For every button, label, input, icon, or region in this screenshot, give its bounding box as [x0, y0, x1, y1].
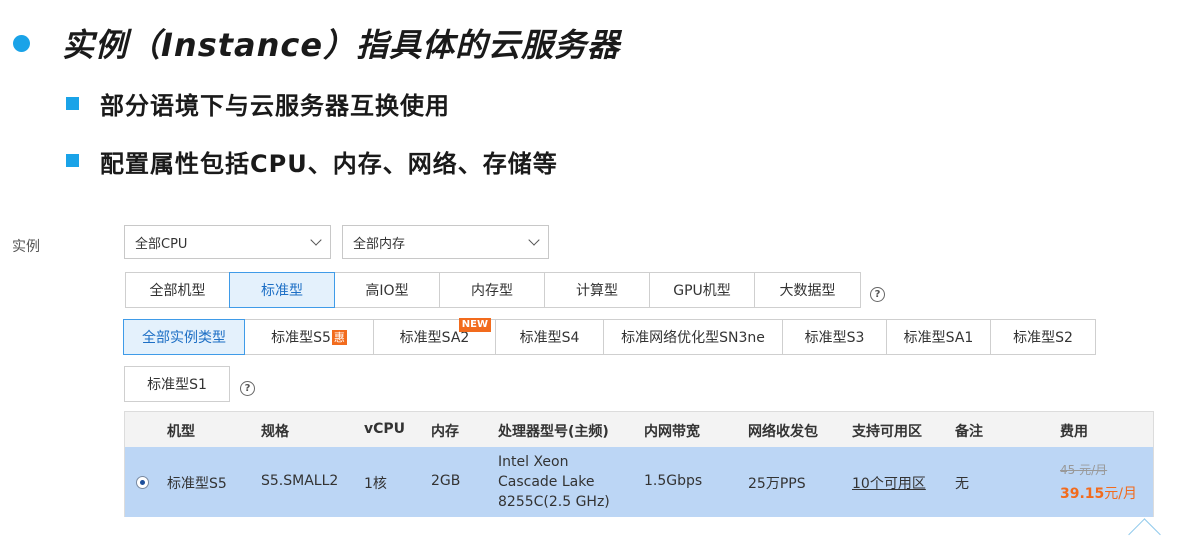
type-tabs: 全部实例类型 标准型S5 惠 标准型SA2 NEW 标准型S4 标准网络优化型SN… — [123, 318, 1096, 355]
original-price: 45 元/月 — [1060, 463, 1108, 477]
family-tab-gpu[interactable]: GPU机型 — [649, 272, 755, 308]
new-badge: NEW — [458, 318, 491, 332]
chevron-down-icon — [528, 234, 540, 246]
slide-title: 实例（Instance）指具体的云服务器 — [62, 26, 621, 64]
col-vcpu: vCPU — [364, 421, 406, 437]
type-tabs-row-2: 标准型S1 — [124, 366, 230, 402]
family-tab-standard[interactable]: 标准型 — [229, 272, 335, 308]
col-cpu-model: 处理器型号(主频) — [498, 424, 609, 440]
cell-spec: S5.SMALL2 — [261, 473, 339, 489]
col-bandwidth: 内网带宽 — [644, 424, 700, 440]
cell-price: 39.15元/月 — [1060, 483, 1137, 503]
price-value: 39.15 — [1060, 486, 1105, 502]
cell-cpu-model: Intel Xeon Cascade Lake 8255C(2.5 GHz) — [498, 452, 610, 512]
memory-select[interactable]: 全部内存 — [342, 225, 549, 259]
col-pps: 网络收发包 — [748, 424, 818, 440]
bullet-square-icon — [66, 97, 79, 110]
cpu-line-2: Cascade Lake — [498, 474, 595, 490]
col-price: 费用 — [1060, 424, 1088, 440]
up-arrow-icon — [1128, 518, 1161, 551]
family-tab-all[interactable]: 全部机型 — [125, 272, 230, 308]
type-tab-s3[interactable]: 标准型S3 — [782, 319, 887, 355]
cell-note: 无 — [955, 476, 969, 492]
table-header: 机型 规格 vCPU 内存 处理器型号(主频) 内网带宽 网络收发包 支持可用区… — [125, 412, 1153, 447]
cell-bandwidth: 1.5Gbps — [644, 473, 703, 489]
type-tab-s4[interactable]: 标准型S4 — [495, 319, 604, 355]
discount-badge: 惠 — [331, 329, 347, 345]
instance-label: 实例 — [12, 239, 40, 255]
type-tab-sa2[interactable]: 标准型SA2 NEW — [373, 318, 496, 355]
title-bullet-icon — [13, 35, 30, 52]
row-radio[interactable] — [136, 476, 149, 489]
col-spec: 规格 — [261, 424, 289, 440]
family-tabs: 全部机型 标准型 高IO型 内存型 计算型 GPU机型 大数据型 — [125, 272, 861, 308]
memory-select-value: 全部内存 — [353, 236, 406, 252]
type-tab-s1[interactable]: 标准型S1 — [124, 366, 230, 402]
col-model: 机型 — [167, 424, 195, 440]
cell-pps: 25万PPS — [748, 476, 806, 492]
family-tab-memory[interactable]: 内存型 — [439, 272, 545, 308]
slide-point-2: 配置属性包括CPU、内存、网络、存储等 — [100, 150, 558, 178]
type-tab-sa1[interactable]: 标准型SA1 — [886, 319, 991, 355]
type-tab-s5-label: 标准型S5 — [271, 330, 331, 346]
cell-model: 标准型S5 — [167, 476, 227, 492]
col-zones: 支持可用区 — [852, 424, 922, 440]
col-note: 备注 — [955, 424, 983, 440]
price-unit: 元/月 — [1104, 486, 1138, 502]
chevron-down-icon — [310, 234, 322, 246]
cpu-select-value: 全部CPU — [135, 236, 188, 252]
type-tab-all[interactable]: 全部实例类型 — [123, 319, 245, 355]
cell-price-original: 45 元/月 — [1060, 461, 1107, 478]
help-icon[interactable]: ? — [240, 381, 255, 396]
type-tab-sn3ne[interactable]: 标准网络优化型SN3ne — [603, 319, 783, 355]
cpu-line-3: 8255C(2.5 GHz) — [498, 494, 610, 510]
cell-memory: 2GB — [431, 473, 461, 489]
family-tab-compute[interactable]: 计算型 — [544, 272, 650, 308]
cpu-select[interactable]: 全部CPU — [124, 225, 331, 259]
bullet-square-icon — [66, 154, 79, 167]
type-tab-s2[interactable]: 标准型S2 — [990, 319, 1096, 355]
cell-vcpu: 1核 — [364, 476, 387, 492]
type-tab-s5[interactable]: 标准型S5 惠 — [244, 319, 374, 355]
cell-zones-link[interactable]: 10个可用区 — [852, 473, 926, 493]
instance-table: 机型 规格 vCPU 内存 处理器型号(主频) 内网带宽 网络收发包 支持可用区… — [124, 411, 1154, 517]
family-tab-bigdata[interactable]: 大数据型 — [754, 272, 861, 308]
help-icon[interactable]: ? — [870, 287, 885, 302]
table-row[interactable]: 标准型S5 S5.SMALL2 1核 2GB Intel Xeon Cascad… — [125, 447, 1153, 517]
slide-point-1: 部分语境下与云服务器互换使用 — [100, 92, 450, 120]
family-tab-high-io[interactable]: 高IO型 — [334, 272, 440, 308]
col-memory: 内存 — [431, 424, 459, 440]
cpu-line-1: Intel Xeon — [498, 454, 569, 470]
